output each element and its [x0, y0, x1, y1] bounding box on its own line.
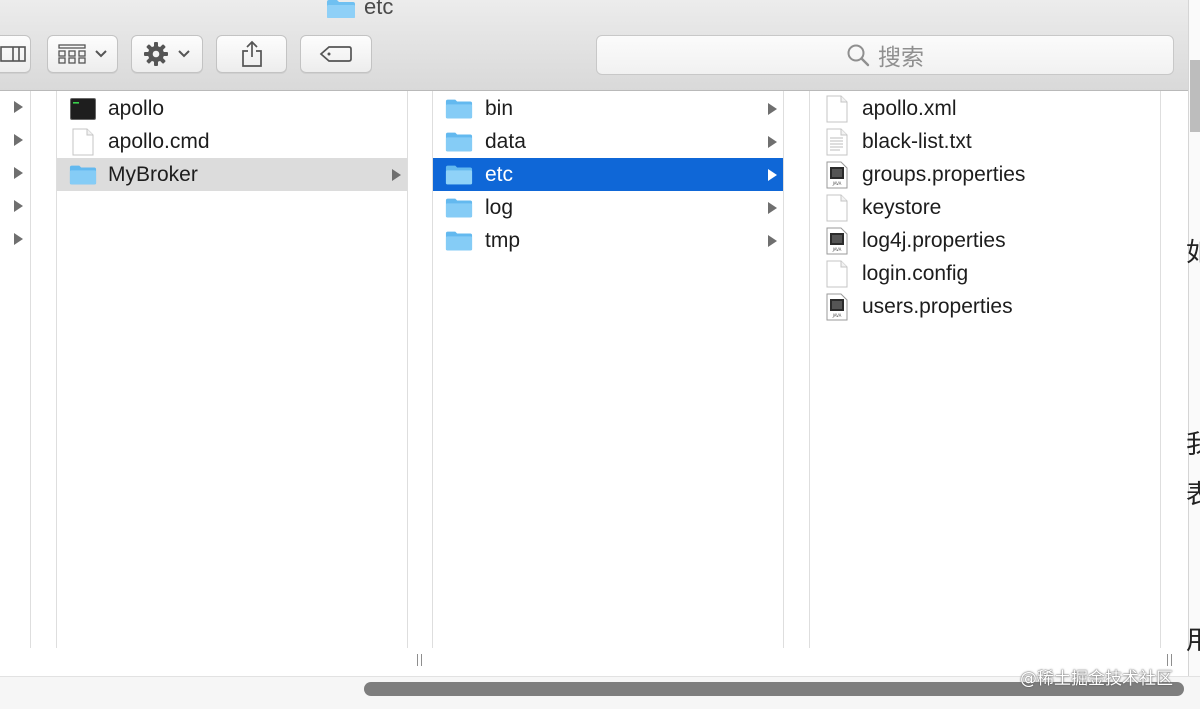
- column-divider[interactable]: [407, 91, 408, 648]
- svg-text:JAVA: JAVA: [832, 313, 842, 318]
- view-mode-button[interactable]: [0, 35, 31, 73]
- java-file-icon: JAVA: [823, 293, 851, 321]
- list-item-login-config[interactable]: login.config: [810, 257, 1160, 290]
- item-label: apollo.cmd: [108, 129, 210, 153]
- action-button[interactable]: [131, 35, 203, 73]
- column-divider[interactable]: [1160, 91, 1161, 648]
- item-label: apollo.xml: [862, 96, 957, 120]
- search-field[interactable]: 搜索: [596, 35, 1174, 75]
- window-title: etc: [326, 0, 393, 22]
- folder-icon: [445, 194, 473, 222]
- search-placeholder: 搜索: [878, 44, 924, 70]
- folder-icon: [445, 128, 473, 156]
- list-item-users-properties[interactable]: JAVA users.properties: [810, 290, 1160, 323]
- finder-toolbar: etc 搜索: [0, 0, 1200, 91]
- column-view-icon: [0, 46, 26, 62]
- edit-tags-button[interactable]: [300, 35, 372, 73]
- item-label: tmp: [485, 228, 521, 252]
- share-button[interactable]: [216, 35, 287, 73]
- disclosure-arrow-icon: [768, 235, 777, 247]
- item-label: log4j.properties: [862, 228, 1006, 252]
- list-item-groups-properties[interactable]: JAVA groups.properties: [810, 158, 1160, 191]
- sidebar-arrow[interactable]: [14, 167, 23, 179]
- list-item-log[interactable]: log: [433, 191, 783, 224]
- list-item-log4j-properties[interactable]: JAVA log4j.properties: [810, 224, 1160, 257]
- folder-icon: [445, 95, 473, 123]
- document-icon: [823, 260, 851, 288]
- document-icon: [823, 95, 851, 123]
- sidebar-arrow[interactable]: [14, 101, 23, 113]
- list-item-tmp[interactable]: tmp: [433, 224, 783, 257]
- item-label: apollo: [108, 96, 165, 120]
- disclosure-arrow-icon: [768, 136, 777, 148]
- watermark: @稀土掘金技术社区: [1020, 669, 1173, 689]
- java-file-icon: JAVA: [823, 161, 851, 189]
- folder-icon: [445, 161, 473, 189]
- item-label: login.config: [862, 261, 969, 285]
- list-item-keystore[interactable]: keystore: [810, 191, 1160, 224]
- list-item-bin[interactable]: bin: [433, 92, 783, 125]
- background-text-fragment: 用: [1186, 625, 1200, 655]
- folder-icon: [69, 161, 97, 189]
- list-item-black-list-txt[interactable]: black-list.txt: [810, 125, 1160, 158]
- sidebar-arrow[interactable]: [14, 200, 23, 212]
- background-text-fragment: 如: [1186, 237, 1200, 267]
- svg-text:JAVA: JAVA: [832, 181, 842, 186]
- item-label: bin: [485, 96, 514, 120]
- item-label: MyBroker: [108, 162, 198, 186]
- tag-icon: [319, 46, 352, 62]
- column-etc: apollo.xml black-list.txt JAVA groups.pr…: [810, 91, 1160, 648]
- item-label: log: [485, 195, 514, 219]
- list-item-etc[interactable]: etc: [433, 158, 783, 191]
- item-label: keystore: [862, 195, 942, 219]
- gear-icon: [144, 42, 168, 66]
- background-text-fragment: 表: [1186, 479, 1200, 509]
- folder-icon: [327, 0, 355, 18]
- share-icon: [241, 40, 262, 67]
- column-mybroker: bin data etc log tmp: [433, 91, 783, 648]
- list-item-mybroker[interactable]: MyBroker: [57, 158, 407, 191]
- list-item-apollo-xml[interactable]: apollo.xml: [810, 92, 1160, 125]
- column-resize-handle[interactable]: [414, 654, 424, 668]
- disclosure-arrow-icon: [768, 169, 777, 181]
- vertical-scrollbar-thumb[interactable]: [1190, 60, 1200, 132]
- background-text-fragment: 我: [1186, 429, 1200, 459]
- column-divider[interactable]: [783, 91, 784, 648]
- document-icon: [823, 194, 851, 222]
- item-label: black-list.txt: [862, 129, 972, 153]
- column-mybroker-parent: apollo apollo.cmd MyBroker: [57, 91, 407, 648]
- magnifier-icon: [847, 44, 870, 67]
- grid-arrange-icon: [57, 44, 86, 64]
- svg-text:JAVA: JAVA: [832, 247, 842, 252]
- item-label: etc: [485, 162, 514, 186]
- window-title-text: etc: [364, 0, 394, 19]
- item-label: users.properties: [862, 294, 1013, 318]
- disclosure-arrow-icon: [768, 103, 777, 115]
- column-divider[interactable]: [30, 91, 31, 648]
- sidebar-arrow[interactable]: [14, 233, 23, 245]
- terminal-exec-icon: [69, 95, 97, 123]
- disclosure-arrow-icon: [392, 169, 401, 181]
- text-document-icon: [823, 128, 851, 156]
- item-label: data: [485, 129, 526, 153]
- folder-icon: [445, 227, 473, 255]
- java-file-icon: JAVA: [823, 227, 851, 255]
- document-icon: [69, 128, 97, 156]
- list-item-apollo-cmd[interactable]: apollo.cmd: [57, 125, 407, 158]
- item-label: groups.properties: [862, 162, 1026, 186]
- chevron-down-icon: [178, 50, 190, 58]
- sidebar-arrow[interactable]: [14, 134, 23, 146]
- disclosure-arrow-icon: [768, 202, 777, 214]
- parent-column: [0, 91, 30, 648]
- list-item-data[interactable]: data: [433, 125, 783, 158]
- arrange-button[interactable]: [47, 35, 118, 73]
- chevron-down-icon: [94, 50, 107, 58]
- list-item-apollo[interactable]: apollo: [57, 92, 407, 125]
